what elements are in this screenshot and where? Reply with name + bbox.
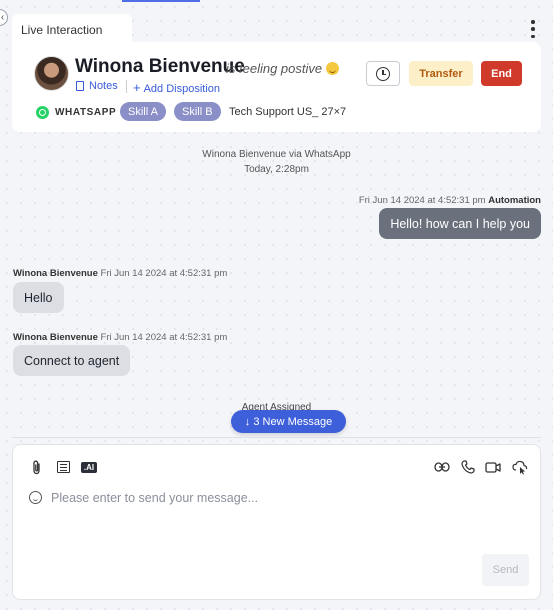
message-meta: Winona Bienvenue Fri Jun 14 2024 at 4:52… [13, 268, 228, 279]
outgoing-message-bubble: Hello! how can I help you [379, 208, 541, 239]
avatar [34, 56, 69, 91]
skill-badge: Skill B [174, 102, 221, 121]
end-button[interactable]: End [481, 61, 522, 86]
smiley-emoji-icon [326, 62, 340, 75]
collapse-panel-icon[interactable]: ‹ [0, 9, 8, 26]
template-icon[interactable] [55, 459, 71, 475]
plus-icon: + [133, 80, 141, 95]
queue-label: Tech Support US_ 27×7 [229, 106, 347, 118]
composer-divider [12, 437, 541, 438]
customer-name: Winona Bienvenue [75, 56, 245, 77]
send-button[interactable]: Send [482, 554, 529, 586]
link-icon[interactable] [434, 459, 450, 475]
divider [126, 80, 127, 93]
notes-link[interactable]: Notes [76, 80, 118, 92]
more-options-icon[interactable] [526, 20, 540, 38]
history-clock-icon [376, 66, 390, 81]
skill-badge: Skill A [120, 102, 166, 121]
ai-icon[interactable]: .AI [80, 459, 98, 475]
add-disposition-link[interactable]: + Add Disposition [133, 80, 220, 95]
message-input[interactable] [51, 489, 521, 507]
history-button[interactable] [366, 61, 400, 86]
attachment-icon[interactable] [29, 459, 45, 475]
tab-live-interaction[interactable]: Live Interaction [12, 14, 132, 44]
document-icon [76, 81, 84, 91]
conversation-source: Winona Bienvenue via WhatsApp [202, 149, 351, 160]
customer-info-card: Winona Bienvenue is feeling postive Note… [12, 42, 541, 132]
channel-label: WHATSAPP [55, 107, 117, 118]
conversation-start-time: Today, 2:28pm [244, 164, 309, 175]
message-meta: Winona Bienvenue Fri Jun 14 2024 at 4:52… [13, 332, 228, 343]
cobrowse-icon[interactable] [512, 459, 528, 475]
whatsapp-icon [36, 106, 49, 119]
new-messages-button[interactable]: ↓ 3 New Message [231, 410, 346, 433]
message-composer: .AI Send [12, 444, 541, 600]
phone-icon[interactable] [460, 459, 476, 475]
message-meta: Fri Jun 14 2024 at 4:52:31 pm Automation [358, 195, 541, 206]
emoji-icon[interactable] [29, 491, 42, 504]
active-tab-indicator [122, 0, 200, 2]
sentiment-text: is feeling postive [226, 61, 340, 76]
incoming-message-bubble: Hello [13, 282, 64, 313]
transfer-button[interactable]: Transfer [409, 61, 473, 86]
video-icon[interactable] [485, 459, 501, 475]
incoming-message-bubble: Connect to agent [13, 345, 131, 376]
